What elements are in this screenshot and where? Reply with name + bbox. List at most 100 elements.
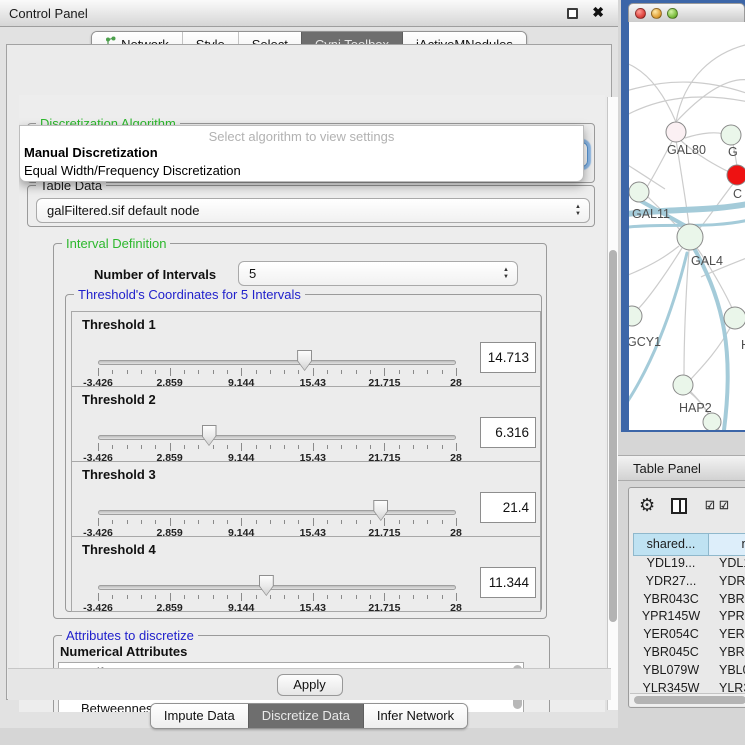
node-label: GCY1 <box>629 335 661 349</box>
table-row[interactable]: YBR043CYBR0 <box>633 592 745 610</box>
table-data-combobox[interactable]: galFiltered.sif default node ▲▼ <box>36 198 590 223</box>
close-icon[interactable]: ✖ <box>592 4 604 21</box>
tick-label: 9.144 <box>228 602 254 614</box>
threshold-value-field[interactable] <box>480 342 536 373</box>
combo-arrows-icon: ▲▼ <box>503 267 509 281</box>
table-cell[interactable]: YPR145W <box>633 609 709 627</box>
cyni-toolbox-panel: Discretization Algorithm ▲▼ Select algor… <box>6 44 612 700</box>
table-panel-titlebar: Table Panel <box>618 455 745 481</box>
table-cell[interactable]: YDL1 <box>709 556 745 574</box>
table-cell[interactable]: YBR043C <box>633 592 709 610</box>
threshold-label: Threshold 3 <box>82 467 156 482</box>
float-panel-icon[interactable] <box>567 8 578 19</box>
node-label: GAL11 <box>632 207 670 221</box>
number-of-intervals-label: Number of Intervals <box>94 267 216 282</box>
numerical-attributes-label: Numerical Attributes <box>60 644 187 659</box>
apply-button[interactable]: Apply <box>277 674 343 696</box>
slider-tick-labels: -3.4262.8599.14415.4321.71528 <box>98 602 456 614</box>
table-cell[interactable]: YBR0 <box>709 645 745 663</box>
tab-discretize-data[interactable]: Discretize Data <box>248 704 363 728</box>
algorithm-placeholder: Select algorithm to view settings <box>20 126 583 144</box>
node-table: shared...na YDL19...YDL1YDR27...YDR2YBR0… <box>633 533 745 697</box>
tick-label: 28 <box>450 602 462 614</box>
checkbox-icon[interactable]: ☑ <box>705 499 715 512</box>
slider-ticks <box>98 443 456 452</box>
table-row[interactable]: YER054CYER0 <box>633 627 745 645</box>
bottom-tab-bar: Impute Data Discretize Data Infer Network <box>0 703 618 729</box>
zoom-traffic-light-icon[interactable] <box>667 8 678 19</box>
control-panel-titlebar: Control Panel ✖ <box>0 0 618 27</box>
network-view-window: GAL80GCGAL11GAL4GCY1HHAP2 <box>621 0 745 432</box>
table-cell[interactable]: YBR045C <box>633 645 709 663</box>
threshold-value-field[interactable] <box>480 567 536 598</box>
network-node[interactable] <box>721 125 741 145</box>
minimize-traffic-light-icon[interactable] <box>651 8 662 19</box>
threshold-label: Threshold 4 <box>82 542 156 557</box>
table-cell[interactable]: YPR1 <box>709 609 745 627</box>
node-label: G <box>728 145 738 159</box>
node-label: C <box>733 187 742 201</box>
tick-label: 15.43 <box>300 602 326 614</box>
network-node[interactable] <box>666 122 686 142</box>
threshold-panel: Threshold 4-3.4262.8599.14415.4321.71528 <box>71 536 541 612</box>
checkbox-icon[interactable]: ☑ <box>719 499 729 512</box>
table-cell[interactable]: YBL079W <box>633 663 709 681</box>
table-cell[interactable]: YER0 <box>709 627 745 645</box>
table-cell[interactable]: YDL19... <box>633 556 709 574</box>
algorithm-option[interactable]: Manual Discretization <box>20 144 583 162</box>
gear-icon[interactable]: ⚙ <box>639 495 655 516</box>
network-node[interactable] <box>629 182 649 202</box>
table-cell[interactable]: YBL0 <box>709 663 745 681</box>
close-traffic-light-icon[interactable] <box>635 8 646 19</box>
table-row[interactable]: YBL079WYBL0 <box>633 663 745 681</box>
table-cell[interactable]: YDR27... <box>633 574 709 592</box>
interval-definition-title: Interval Definition <box>62 236 170 251</box>
network-canvas[interactable]: GAL80GCGAL11GAL4GCY1HHAP2 <box>629 22 745 430</box>
apply-footer: Apply <box>8 668 611 700</box>
network-node[interactable] <box>703 413 721 430</box>
slider-track[interactable] <box>98 435 456 440</box>
network-node[interactable] <box>727 165 745 185</box>
table-cell[interactable]: YER054C <box>633 627 709 645</box>
slider-track[interactable] <box>98 585 456 590</box>
table-row[interactable]: YBR045CYBR0 <box>633 645 745 663</box>
table-data-group: Table Data galFiltered.sif default node … <box>27 185 595 227</box>
threshold-value-field[interactable] <box>480 492 536 523</box>
slider-track[interactable] <box>98 510 456 515</box>
columns-icon[interactable] <box>671 498 687 514</box>
table-row[interactable]: YPR145WYPR1 <box>633 609 745 627</box>
tab-impute-data[interactable]: Impute Data <box>151 704 248 728</box>
node-label: HAP2 <box>679 401 712 415</box>
threshold-panel: Threshold 2-3.4262.8599.14415.4321.71528 <box>71 386 541 462</box>
algorithm-dropdown-popup: Select algorithm to view settings Manual… <box>19 125 584 182</box>
thresholds-group-title: Threshold's Coordinates for 5 Intervals <box>74 287 305 302</box>
table-cell[interactable]: YDR2 <box>709 574 745 592</box>
threshold-value-field[interactable] <box>480 417 536 448</box>
tick-label: 21.715 <box>368 602 400 614</box>
tick-label: 2.859 <box>156 602 182 614</box>
table-cell[interactable]: YBR0 <box>709 592 745 610</box>
table-hscrollbar[interactable] <box>630 693 745 706</box>
network-window-titlebar <box>628 3 745 22</box>
main-scrollbar-thumb[interactable] <box>609 250 617 622</box>
table-hscrollbar-thumb[interactable] <box>634 696 745 704</box>
column-header[interactable]: na <box>709 533 745 556</box>
column-header[interactable]: shared... <box>633 533 709 556</box>
node-label: H <box>741 338 745 352</box>
number-of-intervals-value: 5 <box>249 266 256 281</box>
network-node[interactable] <box>677 224 703 250</box>
algorithm-option[interactable]: Equal Width/Frequency Discretization <box>20 162 583 180</box>
table-panel: ⚙ ☑ ☑ shared...na YDL19...YDL1YDR27...YD… <box>628 487 745 708</box>
network-node[interactable] <box>629 306 642 326</box>
node-label: GAL4 <box>691 254 723 268</box>
threshold-label: Threshold 1 <box>82 317 156 332</box>
slider-ticks <box>98 593 456 602</box>
table-row[interactable]: YDL19...YDL1 <box>633 556 745 574</box>
number-of-intervals-combobox[interactable]: 5 ▲▼ <box>238 261 518 286</box>
table-row[interactable]: YDR27...YDR2 <box>633 574 745 592</box>
tab-infer-network[interactable]: Infer Network <box>363 704 467 728</box>
tab-label: Discretize Data <box>262 708 350 723</box>
network-node[interactable] <box>673 375 693 395</box>
slider-track[interactable] <box>98 360 456 365</box>
network-node[interactable] <box>724 307 745 329</box>
